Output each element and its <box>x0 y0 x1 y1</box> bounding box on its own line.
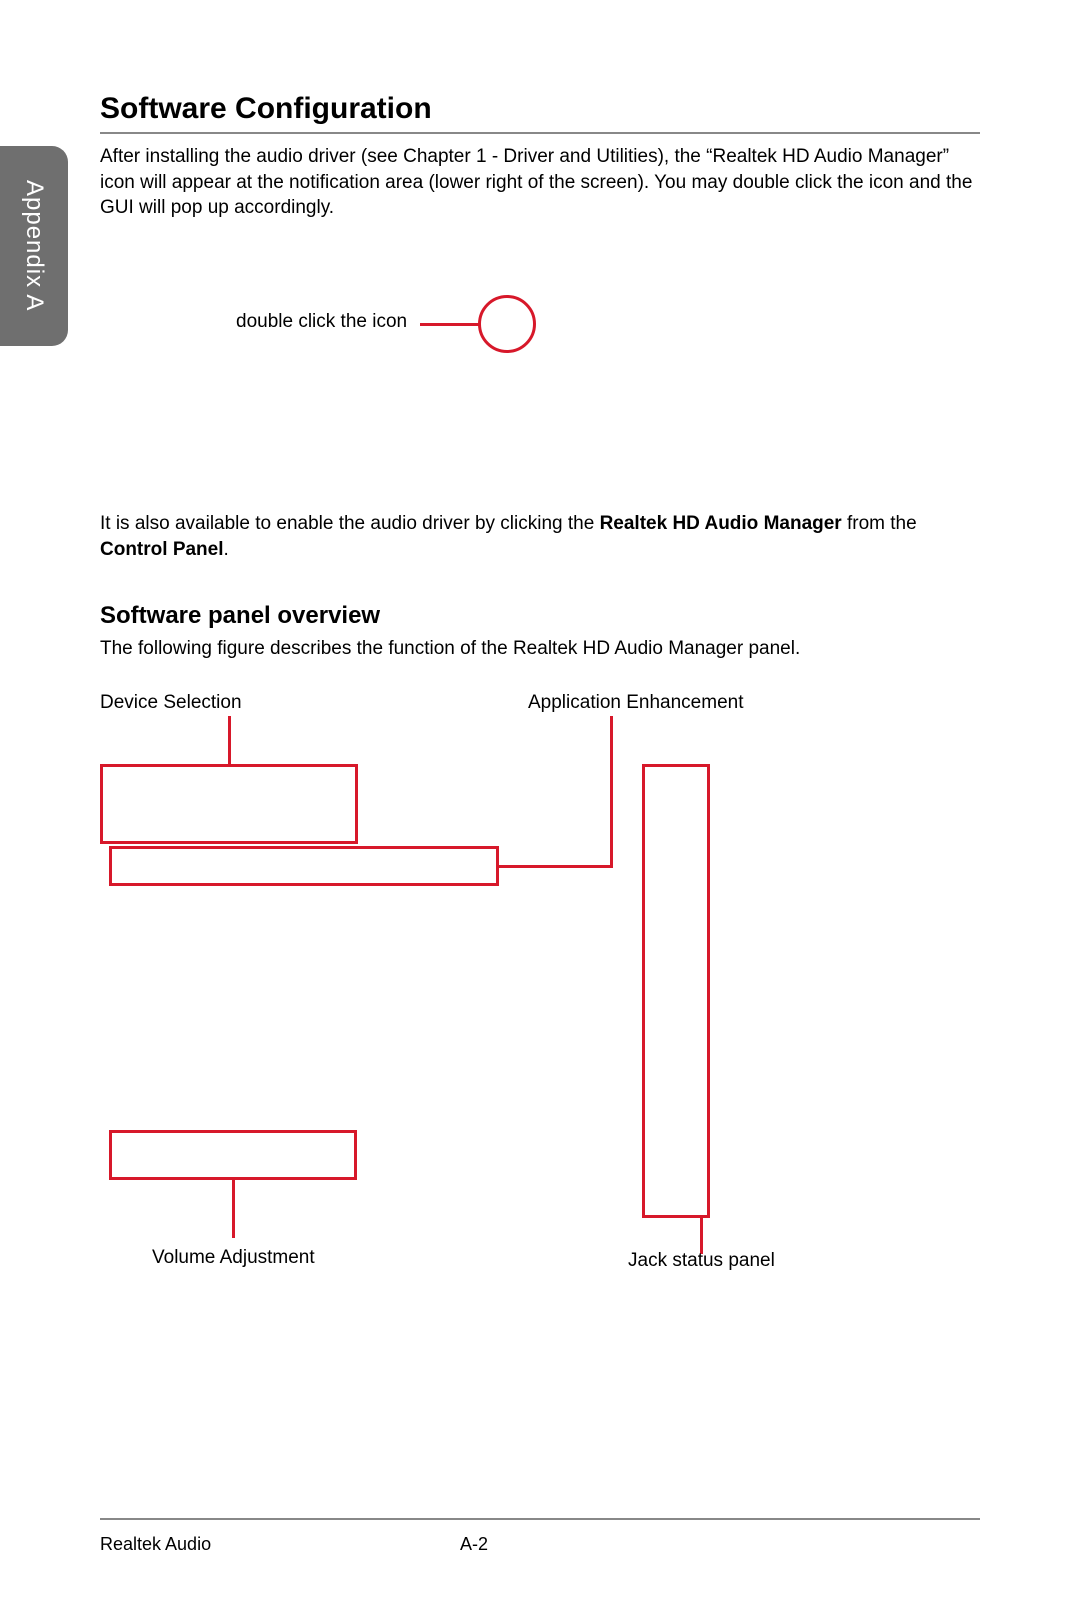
page-content: Software Configuration After installing … <box>100 92 980 1282</box>
footer-page-number: A-2 <box>460 1534 488 1555</box>
footer-chapter: Realtek Audio <box>100 1534 460 1555</box>
box-application-enhancement <box>109 846 499 886</box>
icon-figure: double click the icon <box>100 281 980 361</box>
box-device-selection <box>100 764 358 844</box>
text-segment: It is also available to enable the audio… <box>100 513 600 534</box>
label-application-enhancement: Application Enhancement <box>528 692 743 714</box>
callout-line <box>228 716 231 764</box>
label-device-selection: Device Selection <box>100 692 242 714</box>
panel-diagram: Device Selection Application Enhancement… <box>100 692 980 1282</box>
intro-paragraph: After installing the audio driver (see C… <box>100 144 980 221</box>
callout-line <box>499 865 613 868</box>
text-segment: from the <box>842 513 917 534</box>
page-title: Software Configuration <box>100 92 980 134</box>
bold-text: Control Panel <box>100 539 224 560</box>
callout-line <box>610 716 613 868</box>
box-jack-status <box>642 764 710 1218</box>
section-heading: Software panel overview <box>100 602 980 630</box>
callout-line <box>700 1218 703 1254</box>
page-footer: Realtek Audio A-2 <box>100 1518 980 1555</box>
appendix-tab: Appendix A <box>0 146 68 346</box>
icon-callout-label: double click the icon <box>236 311 407 333</box>
label-jack-status: Jack status panel <box>628 1250 775 1272</box>
box-volume-adjustment <box>109 1130 357 1180</box>
appendix-tab-label: Appendix A <box>20 180 48 311</box>
label-volume-adjustment: Volume Adjustment <box>152 1247 315 1269</box>
control-panel-paragraph: It is also available to enable the audio… <box>100 511 980 562</box>
callout-line <box>420 323 480 326</box>
callout-line <box>232 1180 235 1238</box>
callout-circle-icon <box>478 295 536 353</box>
overview-paragraph: The following figure describes the funct… <box>100 636 980 662</box>
bold-text: Realtek HD Audio Manager <box>600 513 842 534</box>
text-segment: . <box>224 539 229 560</box>
